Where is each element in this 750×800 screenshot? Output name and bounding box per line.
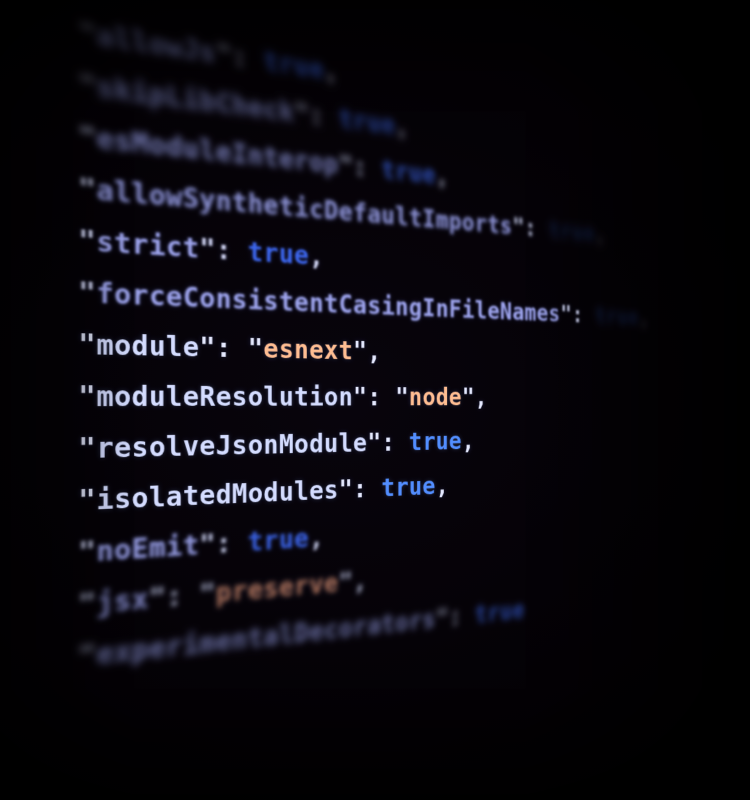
json-key: strict (96, 225, 199, 264)
json-key: allowJs (96, 19, 216, 69)
json-key: moduleResolution (96, 380, 353, 412)
json-string-value: node (409, 383, 462, 411)
json-key: module (96, 329, 199, 363)
json-string-value: esnext (263, 334, 353, 366)
json-bool-value: true (475, 596, 525, 628)
json-bool-value: true (381, 472, 435, 503)
json-string-value: preserve (216, 568, 339, 608)
json-bool-value: true (263, 45, 324, 84)
json-key: jsx (96, 583, 149, 620)
json-bool-value: true (248, 523, 309, 557)
json-bool-value: true (339, 104, 396, 140)
json-bool-value: true (549, 216, 595, 246)
json-bool-value: true (409, 427, 462, 456)
json-key: isolatedModules (96, 475, 338, 516)
code-editor-photo: "allowJs": true,"skipLibCheck": true,"es… (0, 0, 750, 800)
json-key: resolveJsonModule (96, 428, 367, 464)
json-bool-value: true (595, 302, 639, 329)
json-bool-value: true (381, 155, 435, 189)
json-bool-value: true (248, 236, 309, 270)
json-key: noEmit (96, 529, 199, 567)
code-sheet: "allowJs": true,"skipLibCheck": true,"es… (0, 0, 693, 722)
